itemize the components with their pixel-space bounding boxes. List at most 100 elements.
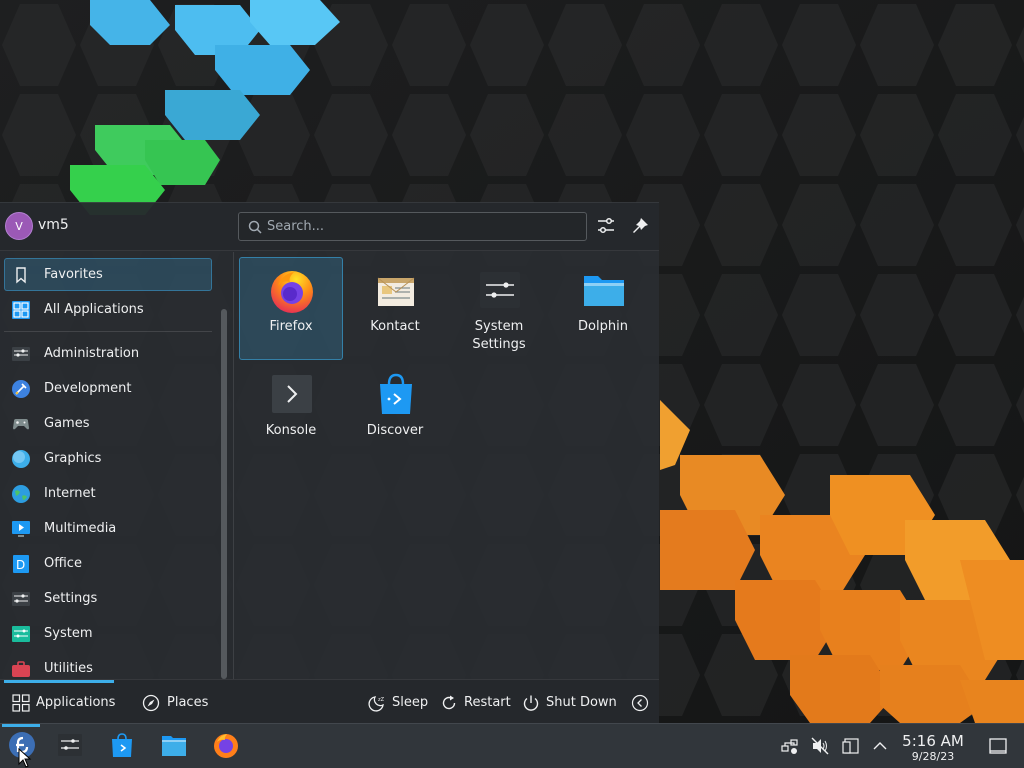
taskbar-discover[interactable] [100,724,144,768]
admin-icon [12,347,30,361]
tab-applications[interactable]: Applications [4,680,116,725]
favorite-firefox[interactable]: Firefox [239,257,343,360]
restart-button[interactable]: Restart [434,680,512,725]
show-desktop-icon[interactable] [988,736,1008,756]
svg-text:D: D [16,558,25,572]
tab-label: Applications [36,695,116,710]
sidebar-item-label: Administration [44,346,140,361]
firefox-icon [271,271,313,313]
sidebar-item-label: Settings [44,591,98,606]
sidebar-item-label: Games [44,416,90,431]
sidebar-item-all-applications[interactable]: All Applications [4,293,212,326]
system-settings-icon [58,734,82,756]
app-label: Dolphin [578,319,628,334]
system-icon [12,626,30,642]
system-settings-icon [480,272,520,308]
tab-label: Places [167,695,209,710]
search-field[interactable] [238,212,587,241]
terminal-icon [272,375,312,413]
favorite-kontact[interactable]: Kontact [343,257,447,360]
chevron-left-icon [631,694,649,712]
button-label: Sleep [392,695,429,710]
sidebar-item-administration[interactable]: Administration [4,337,212,370]
clipboard-icon[interactable] [841,736,861,756]
sidebar-item-label: Multimedia [44,521,117,536]
globe-icon [12,485,30,503]
gamepad-icon [13,419,29,430]
discover-icon [112,733,132,757]
taskbar-dolphin[interactable] [152,724,196,768]
clock-date[interactable]: 9/28/23 [898,750,968,763]
sidebar-item-games[interactable]: Games [4,407,212,440]
sleep-button[interactable]: zZ Sleep [362,680,428,725]
sidebar-item-label: All Applications [44,302,144,317]
sidebar-item-label: Office [44,556,82,571]
kontact-icon [377,277,415,306]
discover-icon [380,373,412,414]
sleep-icon: zZ [368,696,385,712]
clock-time[interactable]: 5:16 AM [898,732,968,750]
button-label: Restart [464,695,511,710]
shutdown-button[interactable]: Shut Down [516,680,620,725]
volume-muted-icon[interactable] [810,736,830,756]
restart-icon [442,695,456,710]
divider [4,331,212,332]
folder-icon [162,736,186,756]
avatar[interactable]: V [5,212,33,240]
configure-icon[interactable] [595,215,617,237]
firefox-icon [214,734,238,758]
settings-icon [12,592,30,606]
sidebar-item-settings[interactable]: Settings [4,582,212,615]
leave-menu-button[interactable] [626,680,654,725]
favorite-dolphin[interactable]: Dolphin [551,257,655,360]
sidebar-item-favorites[interactable]: Favorites [4,258,212,291]
sidebar-item-graphics[interactable]: Graphics [4,442,212,475]
taskbar-system-settings[interactable] [48,724,92,768]
sidebar-item-label: System [44,626,93,641]
sidebar-item-office[interactable]: D Office [4,547,212,580]
sidebar-item-utilities[interactable]: Utilities [4,652,212,679]
sidebar-item-internet[interactable]: Internet [4,477,212,510]
app-label: System Settings [472,319,526,352]
favorite-system-settings[interactable]: System Settings [447,257,551,360]
mouse-cursor [18,748,32,768]
compass-icon [142,694,160,712]
favorite-konsole[interactable]: Konsole [239,361,343,464]
button-label: Shut Down [546,695,617,710]
pin-icon[interactable] [629,215,651,237]
folder-icon [584,276,624,306]
app-label: Kontact [370,319,420,334]
app-label: Konsole [265,423,317,438]
power-icon [523,695,539,711]
grid-icon [12,301,30,319]
graphics-icon [12,450,30,468]
divider [233,252,234,679]
username[interactable]: vm5 [38,217,69,233]
sidebar-item-label: Internet [44,486,96,501]
launcher-header: V vm5 [0,203,659,251]
office-icon: D [13,555,29,573]
grid-icon [12,694,30,712]
launcher-footer: Applications Places zZ Sleep Restart Shu… [0,679,659,724]
bookmark-icon [16,267,26,284]
tab-places[interactable]: Places [136,680,216,725]
favorite-discover[interactable]: Discover [343,361,447,464]
app-label: Discover [366,423,424,438]
sidebar-item-label: Utilities [44,661,93,676]
svg-text:zZ: zZ [378,697,385,703]
search-input[interactable] [267,213,577,240]
sidebar-item-label: Graphics [44,451,102,466]
expand-tray-icon[interactable] [870,736,890,756]
development-icon [12,380,30,398]
network-icon[interactable] [780,736,800,756]
search-icon [248,220,262,234]
sidebar-item-system[interactable]: System [4,617,212,650]
sidebar-item-multimedia[interactable]: Multimedia [4,512,212,545]
sidebar-item-label: Development [44,381,132,396]
sidebar-item-development[interactable]: Development [4,372,212,405]
taskbar-firefox[interactable] [204,724,248,768]
app-label: Firefox [269,319,313,334]
application-launcher-menu: V vm5 Favorites [0,202,659,724]
sidebar-scrollbar[interactable] [221,309,227,679]
taskbar-panel: 5:16 AM 9/28/23 [0,723,1024,768]
